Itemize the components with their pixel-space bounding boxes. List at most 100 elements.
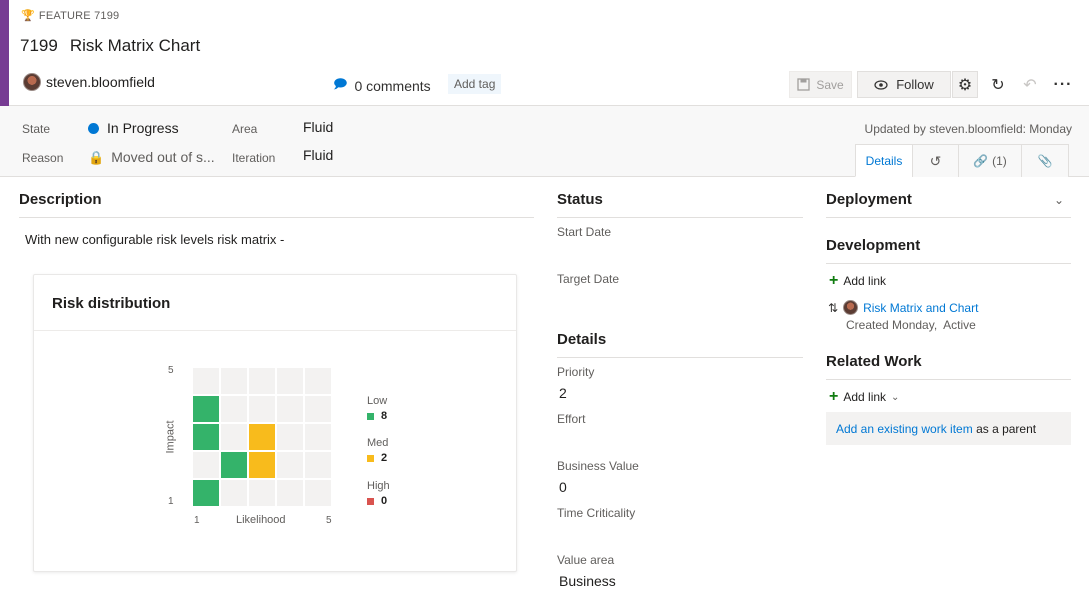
matrix-cell	[249, 368, 275, 394]
legend-med-value: 2	[381, 452, 388, 464]
linked-item-link[interactable]: Risk Matrix and Chart	[863, 301, 978, 315]
add-existing-work-item-link[interactable]: Add an existing work item	[836, 422, 973, 436]
matrix-cell	[305, 396, 331, 422]
lock-icon: 🔒	[88, 150, 105, 165]
more-icon: ···	[1053, 75, 1073, 93]
effort-field[interactable]	[557, 430, 797, 450]
work-item-title[interactable]: 7199 Risk Matrix Chart	[20, 36, 200, 56]
undo-button[interactable]: ↶	[1017, 71, 1043, 98]
area-label: Area	[232, 122, 258, 136]
work-item-title-text[interactable]: Risk Matrix Chart	[70, 36, 200, 55]
target-date-field[interactable]	[557, 290, 797, 310]
related-add-link-label: Add link	[843, 390, 887, 404]
matrix-cell	[193, 368, 219, 394]
matrix-cell	[277, 452, 303, 478]
existing-suffix: as a parent	[972, 422, 1037, 436]
pull-request-icon: ⇅	[828, 300, 839, 315]
legend-med: 2	[367, 452, 387, 464]
development-rule	[826, 263, 1071, 264]
x-axis-label: Likelihood	[236, 514, 286, 526]
comment-icon: 🗩	[333, 76, 348, 91]
tab-history[interactable]: ↺	[912, 144, 959, 177]
iteration-value[interactable]: Fluid	[303, 147, 333, 163]
trophy-icon: 🏆	[21, 10, 35, 22]
tab-details[interactable]: Details	[855, 144, 913, 177]
description-section-title[interactable]: Description	[19, 191, 102, 208]
time-criticality-field[interactable]	[557, 524, 797, 544]
reason-field: 🔒 Moved out of s...	[88, 149, 215, 166]
development-add-link[interactable]: + Add link	[829, 273, 886, 289]
legend-high-swatch	[367, 497, 374, 505]
y-axis-top-tick: 5	[168, 365, 174, 376]
start-date-field[interactable]	[557, 243, 797, 263]
add-tag-button[interactable]: Add tag	[448, 74, 502, 94]
linked-pull-request: ⇅ Risk Matrix and Chart	[828, 300, 978, 315]
priority-label: Priority	[557, 365, 595, 379]
details-section-title[interactable]: Details	[557, 331, 606, 348]
matrix-cell	[221, 396, 247, 422]
start-date-label: Start Date	[557, 225, 612, 239]
paperclip-icon: 📎	[1037, 154, 1053, 168]
more-actions-button[interactable]: ···	[1050, 71, 1076, 98]
assignee-name[interactable]: steven.bloomfield	[46, 74, 155, 90]
state-field[interactable]: In Progress	[88, 120, 179, 136]
details-rule	[557, 357, 803, 358]
matrix-cell	[221, 424, 247, 450]
avatar	[843, 300, 859, 315]
follow-button[interactable]: Follow	[857, 71, 951, 98]
matrix-cell	[305, 368, 331, 394]
state-dot-icon	[88, 123, 99, 134]
legend-high: 0	[367, 495, 387, 507]
related-add-link[interactable]: + Add link ⌄	[829, 389, 899, 405]
updated-by-text[interactable]: Updated by steven.bloomfield: Monday	[865, 122, 1072, 136]
value-area-field[interactable]: Business	[559, 573, 616, 589]
assigned-to[interactable]: steven.bloomfield	[23, 73, 155, 91]
risk-distribution-card: Risk distribution 5 1 Impact 1 Likelihoo…	[33, 274, 517, 572]
legend-high-name: High	[367, 480, 390, 492]
development-section-title[interactable]: Development	[826, 237, 920, 254]
refresh-button[interactable]: ↻	[985, 71, 1011, 98]
area-value[interactable]: Fluid	[303, 119, 333, 135]
state-value[interactable]: In Progress	[107, 120, 179, 136]
development-add-link-label: Add link	[843, 274, 887, 288]
refresh-icon: ↻	[991, 76, 1005, 94]
undo-icon: ↶	[1023, 76, 1037, 94]
matrix-cell	[193, 480, 219, 506]
iteration-label: Iteration	[232, 151, 276, 165]
priority-field[interactable]: 2	[559, 385, 567, 401]
business-value-label: Business Value	[557, 459, 639, 473]
matrix-cell	[221, 452, 247, 478]
related-work-rule	[826, 379, 1071, 380]
follow-label: Follow	[896, 77, 934, 92]
matrix-cell	[277, 396, 303, 422]
reason-label: Reason	[22, 151, 64, 165]
chevron-down-icon[interactable]: ⌄	[1054, 193, 1064, 207]
status-section-title[interactable]: Status	[557, 191, 603, 208]
settings-button[interactable]: ⚙	[952, 71, 978, 98]
matrix-cell	[221, 368, 247, 394]
matrix-cell	[249, 480, 275, 506]
deployment-section-title[interactable]: Deployment	[826, 191, 912, 208]
gear-icon: ⚙	[957, 76, 973, 94]
chevron-down-icon: ⌄	[891, 391, 900, 403]
tab-links[interactable]: 🔗 (1)	[958, 144, 1022, 177]
state-label: State	[22, 122, 51, 136]
matrix-cell	[249, 424, 275, 450]
legend-med-swatch	[367, 454, 374, 462]
comments-count[interactable]: 0 comments	[354, 78, 430, 94]
related-work-section-title[interactable]: Related Work	[826, 353, 922, 370]
description-rule	[19, 217, 534, 218]
linked-item-meta: Created Monday, Active	[846, 318, 976, 332]
tab-attachments[interactable]: 📎	[1021, 144, 1069, 177]
target-date-label: Target Date	[557, 272, 620, 286]
matrix-cell	[193, 396, 219, 422]
save-icon	[797, 78, 810, 91]
save-button[interactable]: Save	[789, 71, 852, 98]
comments-link[interactable]: 🗩 0 comments	[333, 75, 431, 97]
business-value-field[interactable]: 0	[559, 479, 567, 495]
description-text[interactable]: With new configurable risk levels risk m…	[25, 232, 284, 247]
matrix-cell	[249, 452, 275, 478]
x-axis-left-tick: 1	[194, 515, 200, 526]
deployment-rule	[826, 217, 1071, 218]
work-item-tabs: Details ↺ 🔗 (1) 📎	[855, 144, 1069, 177]
